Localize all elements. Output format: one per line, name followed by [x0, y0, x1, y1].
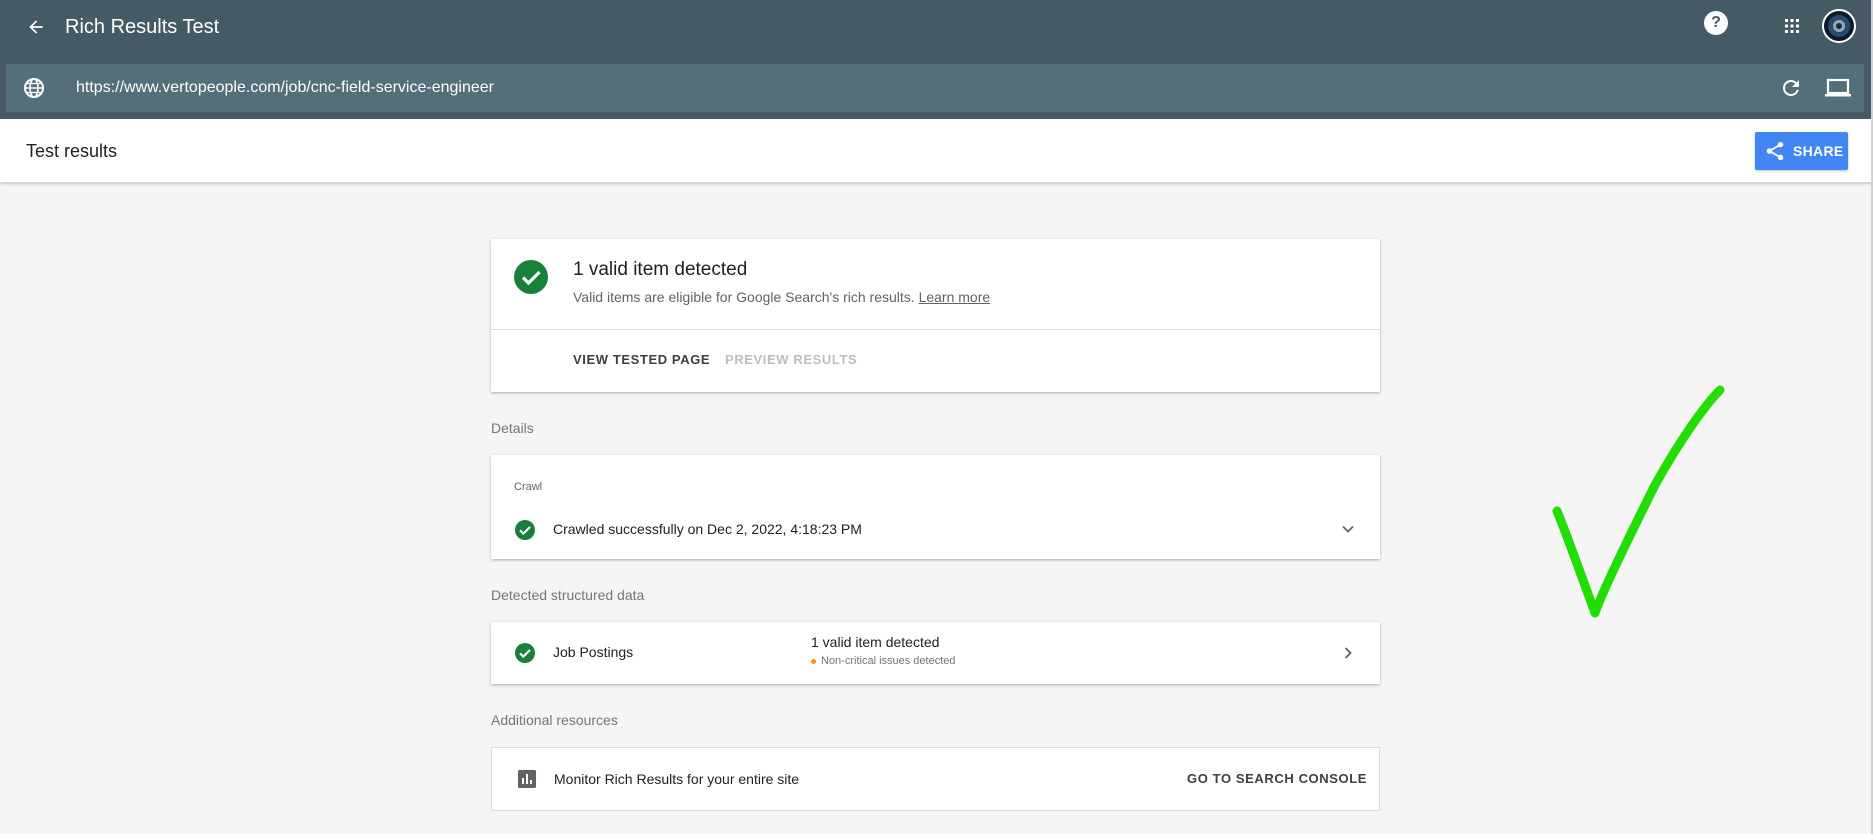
check-circle-icon — [515, 520, 535, 540]
back-button[interactable] — [20, 12, 52, 42]
annotation-checkmark-icon — [1552, 385, 1725, 618]
share-label: SHARE — [1793, 143, 1844, 159]
summary-title: 1 valid item detected — [573, 259, 748, 280]
reload-icon[interactable] — [1779, 76, 1803, 100]
globe-icon — [24, 78, 44, 98]
job-postings-row[interactable]: Job Postings 1 valid item detected Non-c… — [491, 622, 1380, 684]
chevron-down-icon[interactable] — [1338, 519, 1358, 539]
url-bar[interactable]: https://www.vertopeople.com/job/cnc-fiel… — [6, 64, 1864, 112]
avatar[interactable] — [1822, 9, 1856, 43]
share-icon — [1766, 141, 1784, 161]
preview-results-button[interactable]: PREVIEW RESULTS — [725, 352, 857, 367]
summary-description: Valid items are eligible for Google Sear… — [573, 289, 990, 305]
url-input[interactable]: https://www.vertopeople.com/job/cnc-fiel… — [76, 78, 494, 98]
crawl-card[interactable]: Crawl Crawled successfully on Dec 2, 202… — [491, 455, 1380, 559]
valid-items-text: 1 valid item detected — [811, 634, 940, 650]
app-title: Rich Results Test — [65, 16, 220, 38]
issues-text: Non-critical issues detected — [811, 655, 956, 667]
laptop-icon[interactable] — [1824, 76, 1852, 100]
summary-description-text: Valid items are eligible for Google Sear… — [573, 289, 915, 305]
additional-resources-heading: Additional resources — [491, 712, 618, 728]
warning-dot-icon — [811, 658, 816, 664]
check-circle-icon — [514, 260, 548, 294]
monitor-card: Monitor Rich Results for your entire sit… — [491, 747, 1380, 811]
page-title: Test results — [26, 141, 118, 161]
crawl-label: Crawl — [514, 481, 543, 493]
chevron-right-icon[interactable] — [1338, 643, 1358, 663]
structured-data-heading: Detected structured data — [491, 587, 645, 603]
job-postings-label: Job Postings — [553, 644, 634, 660]
summary-card: 1 valid item detected Valid items are el… — [491, 239, 1380, 392]
results-header: Test results SHARE — [0, 119, 1873, 182]
help-icon[interactable]: ? — [1704, 11, 1728, 35]
back-arrow-icon — [29, 20, 43, 34]
apps-grid-icon[interactable] — [1779, 13, 1805, 39]
go-to-search-console-button[interactable]: GO TO SEARCH CONSOLE — [1187, 771, 1367, 786]
app-bar: Rich Results Test ? https://www.vertopeo… — [0, 0, 1873, 119]
monitor-text: Monitor Rich Results for your entire sit… — [554, 771, 800, 787]
check-circle-icon — [515, 643, 535, 663]
share-button[interactable]: SHARE — [1755, 132, 1848, 170]
details-heading: Details — [491, 420, 534, 436]
issues-label: Non-critical issues detected — [821, 655, 956, 667]
divider — [491, 329, 1380, 330]
view-tested-page-button[interactable]: VIEW TESTED PAGE — [573, 352, 710, 367]
bar-chart-icon — [518, 770, 536, 788]
learn-more-link[interactable]: Learn more — [919, 289, 991, 305]
crawl-status: Crawled successfully on Dec 2, 2022, 4:1… — [553, 521, 862, 537]
